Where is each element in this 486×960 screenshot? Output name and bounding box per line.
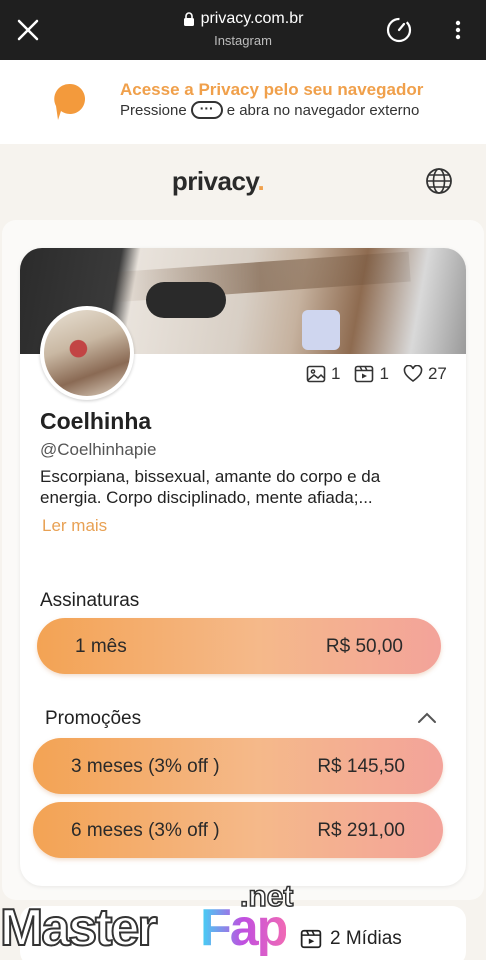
subscriptions-title: Assinaturas	[40, 590, 140, 611]
video-icon	[300, 929, 322, 949]
plan-1-month-button[interactable]: 1 mês R$ 50,00	[37, 618, 441, 674]
brand-dot: .	[257, 166, 265, 196]
avatar-image	[44, 310, 130, 396]
plan-price: R$ 291,00	[317, 820, 405, 841]
stat-images-count: 1	[331, 364, 341, 383]
url-row: privacy.com.br	[183, 10, 304, 28]
browser-top-bar: privacy.com.br Instagram	[0, 0, 486, 60]
stat-likes: 27	[403, 364, 447, 384]
more-vertical-icon[interactable]	[448, 16, 468, 44]
address-area[interactable]: privacy.com.br Instagram	[120, 10, 366, 48]
open-in-browser-banner[interactable]: Acesse a Privacy pelo seu navegador Pres…	[0, 60, 486, 144]
banner-subtitle: Pressione ··· e abra no navegador extern…	[120, 101, 419, 119]
cover-phone-shape	[302, 310, 340, 350]
banner-rest: e abra no navegador externo	[226, 101, 420, 119]
cover-shape	[146, 282, 226, 318]
site-header: privacy.	[0, 144, 486, 220]
brand-text: privacy	[171, 166, 258, 196]
privacy-logo-icon	[54, 83, 85, 120]
image-icon	[306, 365, 326, 383]
stat-likes-count: 27	[427, 364, 447, 383]
banner-press: Pressione	[120, 101, 187, 119]
media-count: 2 Mídias	[330, 928, 402, 949]
close-icon[interactable]	[14, 16, 42, 44]
url-text: privacy.com.br	[200, 10, 304, 27]
plan-6-months-button[interactable]: 6 meses (3% off ) R$ 291,00	[33, 802, 443, 858]
timer-icon[interactable]	[384, 15, 414, 45]
chevron-up-icon[interactable]	[416, 710, 438, 726]
read-more-link[interactable]: Ler mais	[42, 516, 107, 536]
profile-stats: 1 1 27	[306, 364, 455, 384]
globe-icon[interactable]	[424, 166, 454, 196]
plan-label: 3 meses (3% off )	[71, 756, 220, 777]
avatar[interactable]	[40, 306, 134, 400]
stat-videos-count: 1	[379, 364, 389, 383]
plan-label: 6 meses (3% off )	[71, 820, 220, 841]
profile-bio: Escorpiana, bissexual, amante do corpo e…	[40, 467, 381, 507]
plan-3-months-button[interactable]: 3 meses (3% off ) R$ 145,50	[33, 738, 443, 794]
stat-videos: 1	[354, 364, 389, 384]
media-tab[interactable]: 2 Mídias	[300, 928, 402, 950]
plan-price: R$ 50,00	[325, 636, 403, 657]
url-subtitle: Instagram	[214, 33, 272, 48]
brand-logo[interactable]: privacy.	[0, 166, 436, 197]
profile-name: Coelhinha	[40, 408, 152, 434]
lock-icon	[183, 12, 194, 26]
banner-title: Acesse a Privacy pelo seu navegador	[120, 80, 424, 99]
dots-pill-icon: ···	[190, 101, 223, 119]
plan-price: R$ 145,50	[317, 756, 405, 777]
promotions-title: Promoções	[45, 708, 142, 729]
video-icon	[355, 365, 374, 383]
plan-label: 1 mês	[75, 636, 127, 657]
profile-handle: @Coelhinhapie	[40, 440, 157, 459]
media-tab-bar: 2 Mídias	[20, 906, 466, 960]
stat-images: 1	[306, 364, 340, 384]
heart-icon	[403, 365, 423, 382]
